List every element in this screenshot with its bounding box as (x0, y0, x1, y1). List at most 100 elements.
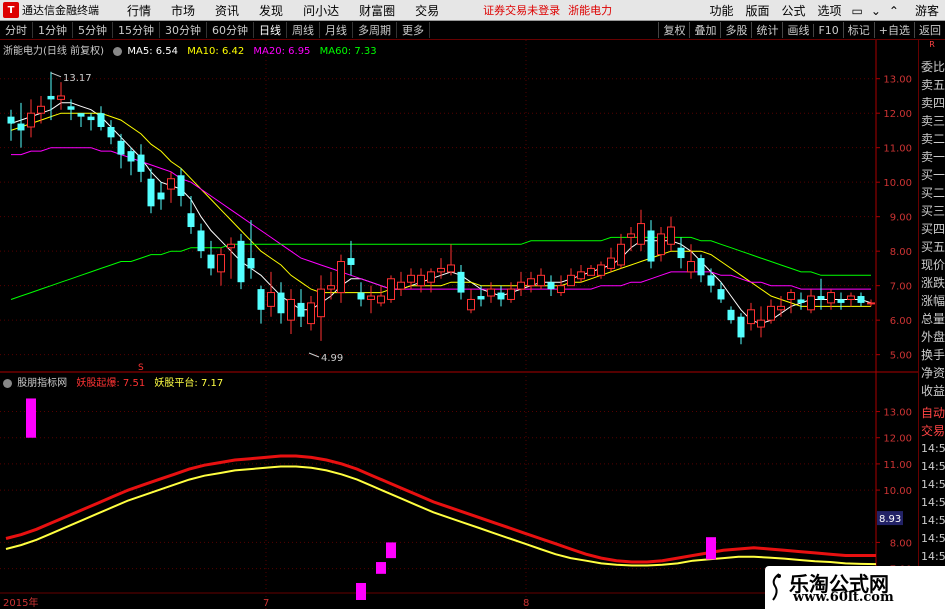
menu-hangqing[interactable]: 行情 (117, 2, 161, 19)
tab-30min[interactable]: 30分钟 (160, 22, 207, 38)
ma20-label: MA20: 6.95 (253, 46, 311, 57)
menu-gongshi[interactable]: 公式 (775, 2, 811, 19)
ma-line-ma5 (10, 102, 872, 325)
chevron-down-icon[interactable]: ⌄ (867, 4, 885, 18)
tab-fenshi[interactable]: 分时 (0, 22, 33, 38)
price-axis-label: 5.00 (890, 351, 912, 362)
menu-jiaoyi[interactable]: 交易 (405, 2, 449, 19)
quote-label: 买五 (921, 240, 945, 254)
menu-xuanxiang[interactable]: 选项 (812, 2, 848, 19)
candle-body-down (147, 178, 155, 207)
menu-wenxiaoda[interactable]: 问小达 (293, 2, 349, 19)
quote-auto-label[interactable]: 自动 (919, 404, 945, 422)
candle-body-down (237, 240, 245, 283)
menu-gongneng[interactable]: 功能 (703, 2, 739, 19)
price-axis-label: 7.00 (890, 282, 912, 293)
candle-body-up (587, 267, 595, 276)
candle-body-down (247, 258, 255, 269)
ma60-label: MA60: 7.33 (319, 46, 377, 57)
candle-body-down (47, 95, 55, 100)
login-status[interactable]: 证券交易未登录 (483, 2, 560, 18)
quote-panel-header[interactable]: R (919, 40, 945, 58)
quote-label: 卖四 (921, 96, 945, 110)
price-axis-label: 11.00 (883, 144, 912, 155)
ind-axis-label: 10.00 (883, 486, 912, 497)
high-annotation-arrow (50, 72, 62, 78)
tab-monthly[interactable]: 月线 (320, 22, 353, 38)
menu-faxian[interactable]: 发现 (249, 2, 293, 19)
quote-time: 14:5 (921, 478, 945, 491)
candle-body-up (767, 305, 775, 321)
minimize-icon[interactable]: ▭ (848, 4, 867, 18)
candle-body-down (677, 247, 685, 259)
tab-15min[interactable]: 15分钟 (113, 22, 160, 38)
kline-chart[interactable]: 13.00 12.00 11.00 10.00 9.00 8.00 7.00 6.00 5.00… (0, 40, 918, 609)
mark-button[interactable]: 标记 (842, 22, 874, 38)
indicator-bar (26, 398, 36, 438)
quote-trade-label[interactable]: 交易 (919, 422, 945, 440)
quote-label: 买三 (921, 204, 945, 218)
candle-body-down (497, 292, 505, 300)
multi-stock-button[interactable]: 多股 (720, 22, 751, 38)
candle-body-up (777, 305, 785, 311)
s-marker: S (138, 363, 144, 373)
candle-body-down (157, 192, 165, 200)
tab-more[interactable]: 更多 (397, 22, 430, 38)
quote-label: 卖一 (921, 150, 945, 164)
watermark-url: www.60lt.com (793, 590, 894, 605)
statistics-button[interactable]: 统计 (751, 22, 782, 38)
settings-icon[interactable] (113, 46, 123, 56)
tab-weekly[interactable]: 周线 (287, 22, 320, 38)
menu-caifuquan[interactable]: 财富圈 (349, 2, 405, 19)
candle-body-up (337, 261, 345, 294)
candle-body-up (557, 285, 565, 294)
draw-line-button[interactable]: 画线 (782, 22, 813, 38)
candle-body-down (17, 123, 25, 131)
candle-body-up (517, 281, 525, 290)
chevron-up-icon[interactable]: ⌃ (885, 4, 903, 18)
candle-body-up (57, 95, 65, 100)
tab-1min[interactable]: 1分钟 (33, 22, 73, 38)
back-button[interactable]: 返回 (914, 22, 945, 38)
tab-5min[interactable]: 5分钟 (73, 22, 113, 38)
price-axis-label: 10.00 (883, 178, 912, 189)
f10-button[interactable]: F10 (813, 23, 842, 37)
candle-body-down (177, 175, 185, 196)
quote-label: 外盘 (921, 330, 945, 344)
candle-body-up (577, 271, 585, 280)
menu-zixun[interactable]: 资讯 (205, 2, 249, 19)
candle-body-up (537, 274, 545, 287)
tab-multi-period[interactable]: 多周期 (353, 22, 397, 38)
candle-body-down (727, 309, 735, 321)
candle-body-up (377, 295, 385, 304)
menu-banmian[interactable]: 版面 (739, 2, 775, 19)
add-watchlist-button[interactable]: +自选 (873, 22, 914, 38)
fuquan-button[interactable]: 复权 (658, 22, 689, 38)
chart-canvas[interactable]: 13.00 12.00 11.00 10.00 9.00 8.00 7.00 6.00 5.00… (0, 40, 918, 609)
candle-body-up (847, 295, 855, 300)
indicator-red-line (5, 454, 876, 564)
tab-60min[interactable]: 60分钟 (207, 22, 254, 38)
quote-label: 买四 (921, 222, 945, 236)
candle-body-down (357, 292, 365, 300)
stock-tag: 浙能电力 (568, 4, 613, 17)
quote-time: 14:5 (921, 514, 945, 527)
quote-label: 现价 (921, 258, 945, 272)
candle-body-down (297, 302, 305, 317)
candle-body-down (707, 275, 715, 286)
candle-body-down (107, 126, 115, 138)
tab-daily[interactable]: 日线 (254, 22, 287, 38)
time-axis-label: 2015年 (3, 596, 38, 609)
ma10-label: MA10: 6.42 (187, 46, 245, 57)
candle-body-up (617, 243, 625, 266)
price-axis-label: 9.00 (890, 213, 912, 224)
price-axis-label: 8.00 (890, 247, 912, 258)
overlay-button[interactable]: 叠加 (689, 22, 720, 38)
indicator-settings-icon[interactable] (3, 378, 12, 388)
candle-body-up (317, 288, 325, 318)
candle-body-up (747, 309, 755, 325)
time-axis-label: 8 (523, 598, 529, 609)
guest-label[interactable]: 游客 (909, 2, 945, 19)
menu-shichang[interactable]: 市场 (161, 2, 205, 19)
candle-body-up (667, 226, 675, 245)
